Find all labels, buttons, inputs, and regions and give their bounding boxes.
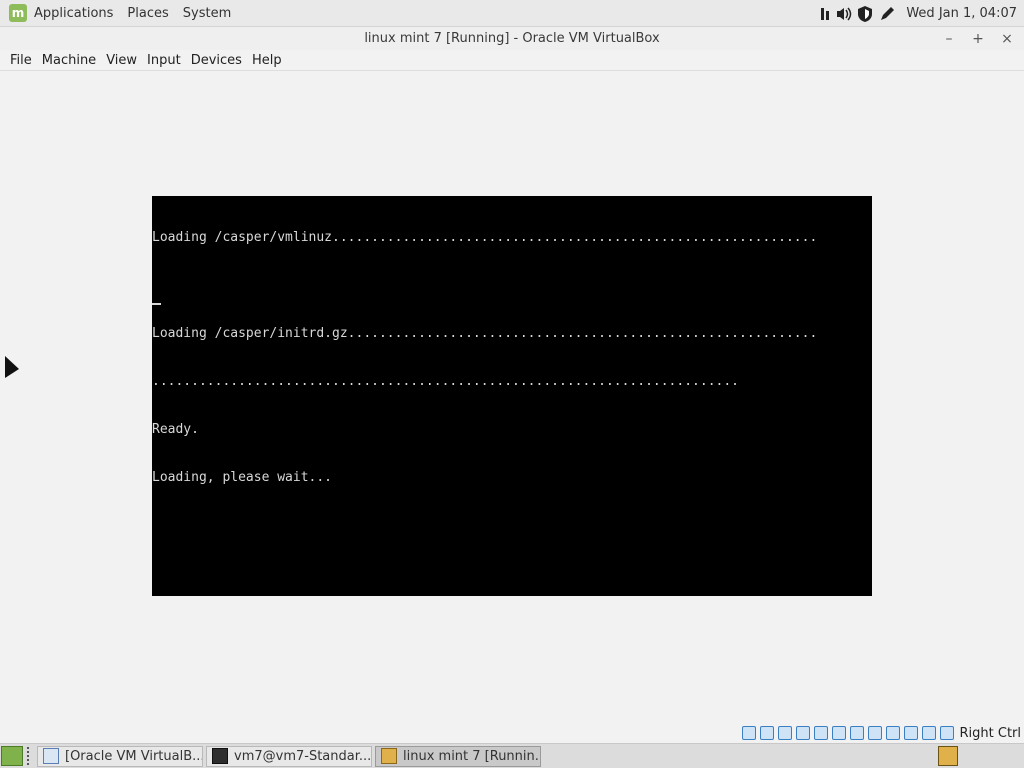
boot-console: Loading /casper/vmlinuz.................…	[152, 198, 872, 518]
video-capture-icon[interactable]	[867, 726, 882, 740]
virtualbox-icon	[43, 748, 59, 764]
menu-devices[interactable]: Devices	[191, 53, 242, 68]
text-cursor	[152, 303, 161, 305]
hard-disk-icon[interactable]	[741, 726, 756, 740]
minimize-button[interactable]: –	[940, 31, 958, 47]
console-line: Loading /casper/vmlinuz.................…	[152, 230, 818, 245]
taskbar-item-virtualbox-manager[interactable]: [Oracle VM VirtualB...	[37, 745, 203, 767]
clock[interactable]: Wed Jan 1, 04:07	[906, 6, 1017, 21]
vm-statusbar: Right Ctrl	[0, 723, 1024, 743]
menu-system[interactable]: System	[183, 6, 231, 21]
audio-icon[interactable]	[777, 726, 792, 740]
menu-applications[interactable]: Applications	[34, 6, 113, 21]
taskbar-item-label: linux mint 7 [Runnin...	[403, 748, 541, 764]
show-desktop-icon[interactable]	[1, 746, 23, 766]
console-line: Loading /casper/initrd.gz...............…	[152, 326, 818, 341]
panel-grip-icon[interactable]	[27, 747, 33, 765]
system-tray: Wed Jan 1, 04:07	[820, 0, 1024, 27]
shared-folder-icon[interactable]	[831, 726, 846, 740]
display-icon[interactable]	[849, 726, 864, 740]
window-title: linux mint 7 [Running] - Oracle VM Virtu…	[364, 31, 660, 46]
console-line: Loading, please wait...	[152, 470, 333, 485]
network-icon[interactable]	[795, 726, 810, 740]
vm-guest-screen[interactable]: Loading /casper/vmlinuz.................…	[152, 196, 872, 596]
menu-help[interactable]: Help	[252, 53, 282, 68]
window-titlebar[interactable]: linux mint 7 [Running] - Oracle VM Virtu…	[0, 27, 1024, 50]
network-icon[interactable]	[820, 5, 832, 23]
mint-menu-icon[interactable]: m	[9, 4, 27, 22]
taskbar-item-terminal[interactable]: vm7@vm7-Standar...	[206, 745, 372, 767]
maximize-button[interactable]: +	[969, 31, 987, 47]
console-line: Ready.	[152, 422, 199, 437]
bottom-taskbar: [Oracle VM VirtualB... vm7@vm7-Standar..…	[0, 743, 1024, 768]
optical-drive-icon[interactable]	[759, 726, 774, 740]
volume-icon[interactable]	[836, 5, 852, 23]
mouse-pointer-icon	[5, 356, 19, 380]
cpu-icon[interactable]	[885, 726, 900, 740]
vm-window-icon	[381, 748, 397, 764]
keyboard-icon[interactable]	[939, 726, 954, 740]
workspace-switcher-icon[interactable]	[938, 746, 958, 766]
top-panel: m Applications Places System Wed Jan 1, …	[0, 0, 1024, 27]
pen-icon[interactable]	[878, 5, 896, 23]
taskbar-item-label: vm7@vm7-Standar...	[234, 748, 372, 764]
mouse-integration-icon[interactable]	[921, 726, 936, 740]
usb-icon[interactable]	[813, 726, 828, 740]
menu-machine[interactable]: Machine	[42, 53, 96, 68]
host-key-label[interactable]: Right Ctrl	[960, 726, 1022, 741]
shield-icon[interactable]	[856, 5, 874, 23]
vm-menubar: File Machine View Input Devices Help	[0, 50, 1024, 71]
taskbar-item-label: [Oracle VM VirtualB...	[65, 748, 203, 764]
console-line: ........................................…	[152, 374, 739, 389]
menu-file[interactable]: File	[10, 53, 32, 68]
menu-places[interactable]: Places	[127, 6, 168, 21]
menu-input[interactable]: Input	[147, 53, 181, 68]
menu-view[interactable]: View	[106, 53, 137, 68]
terminal-icon	[212, 748, 228, 764]
taskbar-item-vm-window[interactable]: linux mint 7 [Runnin...	[375, 745, 541, 767]
guest-additions-icon[interactable]	[903, 726, 918, 740]
close-button[interactable]: ×	[998, 31, 1016, 47]
